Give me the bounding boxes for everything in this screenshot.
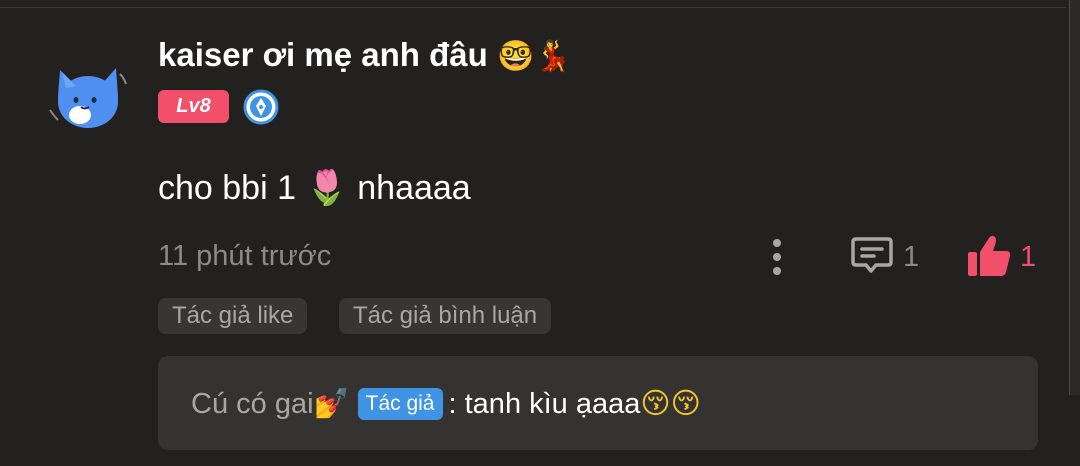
thumbs-up-icon[interactable] <box>966 234 1012 278</box>
tulip-emoji: 🌷 <box>305 168 348 208</box>
author-replied-tag: Tác giả bình luận <box>339 298 552 334</box>
author-liked-tag: Tác giả like <box>158 298 308 334</box>
reply-separator: : <box>448 388 457 420</box>
comment-text-part1: cho bbi 1 <box>158 169 296 207</box>
username-text: kaiser ơi mẹ anh đâu <box>158 36 488 73</box>
kissing-face-emoji: 😚😚 <box>640 386 701 420</box>
comment-bubble-icon[interactable] <box>850 235 894 277</box>
author-reply-preview[interactable]: Cú có gai💅 Tác giả : tanh kìu ạaaa😚😚 <box>158 356 1038 450</box>
author-badge: Tác giả <box>357 387 443 420</box>
pen-nib-badge-icon <box>243 89 279 125</box>
vertical-dots-icon[interactable] <box>764 236 790 278</box>
reply-count: 1 <box>903 241 920 273</box>
reply-author-name: Cú có gai <box>191 388 314 420</box>
like-count: 1 <box>1020 241 1037 273</box>
scrollbar[interactable] <box>1069 0 1080 395</box>
reply-line: Cú có gai💅 Tác giả : tanh kìu ạaaa😚😚 <box>191 386 701 421</box>
user-avatar[interactable] <box>46 50 130 134</box>
level-badge: Lv8 <box>158 90 229 123</box>
comment-text: cho bbi 1 🌷 nhaaaa <box>158 168 471 208</box>
username[interactable]: kaiser ơi mẹ anh đâu 🤓💃 <box>158 36 572 74</box>
reply-author[interactable]: Cú có gai💅 <box>191 386 350 421</box>
nail-polish-emoji: 💅 <box>313 386 350 420</box>
comment-timestamp: 11 phút trước <box>158 240 332 272</box>
username-emoji: 🤓💃 <box>496 39 572 74</box>
top-divider <box>0 7 1066 8</box>
comment-text-part2: nhaaaa <box>357 169 471 207</box>
blue-cat-avatar-icon <box>49 68 127 128</box>
reply-body: : tanh kìu ạaaa😚😚 <box>449 386 701 421</box>
reply-text: tanh kìu ạaaa <box>464 388 641 420</box>
